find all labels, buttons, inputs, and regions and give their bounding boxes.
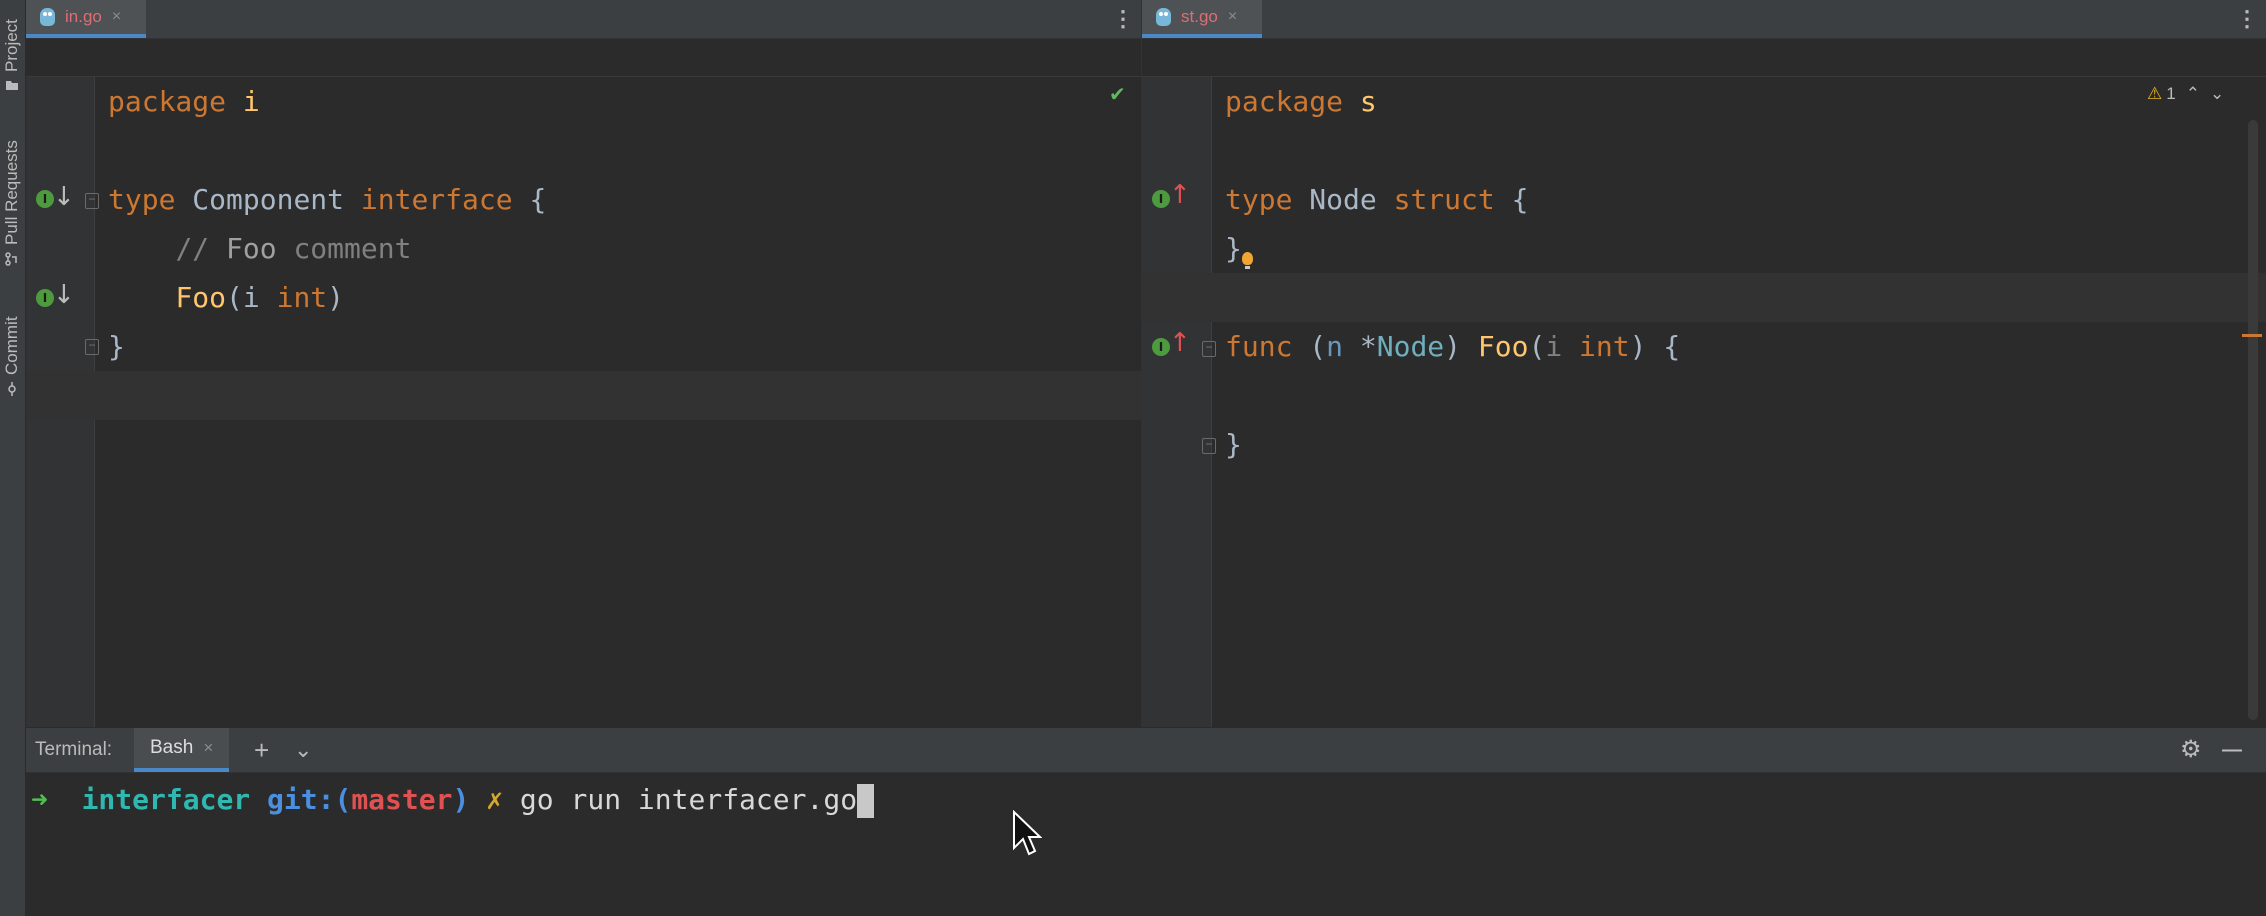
code-line: Foo(i int) bbox=[175, 281, 345, 314]
fold-toggle-icon[interactable]: − bbox=[85, 339, 99, 355]
tab-in-go[interactable]: in.go × bbox=[26, 0, 146, 38]
code-line: type Node struct { bbox=[1225, 183, 1529, 216]
right-editor-tabbar: st.go × ⋮ bbox=[1142, 0, 2266, 39]
close-icon[interactable]: × bbox=[112, 8, 121, 26]
new-tab-button[interactable]: + bbox=[254, 728, 269, 772]
gear-icon[interactable]: ⚙ bbox=[2180, 728, 2202, 772]
left-code-area[interactable]: package i type Component interface { // … bbox=[108, 77, 546, 363]
right-current-line-highlight bbox=[1142, 273, 2266, 322]
prompt-arrow-icon: ➜ bbox=[31, 783, 48, 816]
code-line: type Component interface { bbox=[108, 183, 547, 216]
left-highlight-row bbox=[26, 371, 1141, 420]
more-options-icon[interactable]: ⋮ bbox=[2236, 8, 2258, 30]
previous-problem-icon[interactable]: ⌃ bbox=[2186, 84, 2200, 104]
tab-bash[interactable]: Bash × bbox=[134, 728, 230, 772]
terminal-header: Terminal: Bash × + ⌄ ⚙ — bbox=[26, 728, 2266, 773]
tab-st-go[interactable]: st.go × bbox=[1142, 0, 1262, 38]
close-icon[interactable]: × bbox=[1228, 8, 1237, 26]
mouse-pointer-icon bbox=[1013, 810, 1042, 856]
code-line: } bbox=[108, 330, 125, 363]
left-editor-pane: in.go × ⋮ I ↓ − I ↓ − ✔ package i type C… bbox=[26, 0, 1141, 727]
code-line: } bbox=[1225, 232, 1242, 265]
method-implemented-icon[interactable]: I bbox=[36, 289, 54, 307]
terminal-label: Terminal: bbox=[35, 739, 113, 760]
project-tool-tab[interactable]: Project bbox=[2, 0, 24, 95]
go-file-icon bbox=[1156, 8, 1171, 26]
fold-toggle-icon[interactable]: − bbox=[1202, 341, 1216, 357]
terminal-output[interactable]: ➜ interfacer git:(master) ✗ go run inter… bbox=[26, 773, 2266, 916]
more-options-icon[interactable]: ⋮ bbox=[1112, 8, 1134, 30]
folder-icon bbox=[6, 81, 18, 90]
close-icon[interactable]: × bbox=[203, 738, 213, 758]
implements-up-arrow-icon[interactable]: ↑ bbox=[1169, 328, 1191, 358]
commit-tool-label: Commit bbox=[2, 316, 21, 375]
text-cursor bbox=[857, 784, 875, 818]
tool-window-strip: Project Pull Requests Commit bbox=[0, 0, 26, 916]
warning-stripe-marker[interactable] bbox=[2242, 334, 2262, 337]
terminal-tab-label: Bash bbox=[150, 737, 194, 758]
inspection-widget[interactable]: ⚠ 1 ⌃ ⌄ bbox=[2147, 84, 2224, 104]
fold-toggle-icon[interactable]: − bbox=[85, 193, 99, 209]
vertical-scrollbar[interactable] bbox=[2248, 120, 2258, 720]
implementations-down-arrow-icon[interactable]: ↓ bbox=[53, 280, 75, 310]
pull-requests-tool-tab[interactable]: Pull Requests bbox=[2, 125, 24, 285]
tab-filename: st.go bbox=[1181, 7, 1218, 26]
terminal-prompt-line: ➜ interfacer git:(master) ✗ go run inter… bbox=[31, 780, 875, 820]
right-gutter bbox=[1142, 77, 1212, 727]
left-breadcrumb-bar bbox=[26, 39, 1141, 77]
pull-requests-tool-label: Pull Requests bbox=[2, 140, 21, 245]
implementations-down-arrow-icon[interactable]: ↓ bbox=[53, 182, 75, 212]
right-breadcrumb-bar bbox=[1142, 39, 2266, 77]
next-problem-icon[interactable]: ⌄ bbox=[2210, 84, 2224, 104]
tab-filename: in.go bbox=[65, 7, 102, 26]
go-file-icon bbox=[40, 8, 55, 26]
chevron-down-icon[interactable]: ⌄ bbox=[294, 728, 312, 772]
right-code-area[interactable]: package s type Node struct { } func (n *… bbox=[1225, 77, 1680, 461]
right-editor-pane: st.go × ⋮ I ↑ I ↑ − − ⚠ 1 ⌃ ⌄ package s … bbox=[1142, 0, 2266, 727]
commit-tool-tab[interactable]: Commit bbox=[2, 300, 24, 400]
code-line: // Foo comment bbox=[175, 232, 412, 265]
pull-request-icon bbox=[5, 252, 17, 266]
fold-toggle-icon[interactable]: − bbox=[1202, 438, 1216, 454]
warning-triangle-icon: ⚠ bbox=[2147, 84, 2163, 103]
commit-icon bbox=[8, 382, 16, 396]
implements-up-arrow-icon[interactable]: ↑ bbox=[1169, 180, 1191, 210]
warning-count: 1 bbox=[2166, 84, 2176, 103]
code-line: } bbox=[1225, 428, 1242, 461]
terminal-panel: Terminal: Bash × + ⌄ ⚙ — ➜ interfacer gi… bbox=[26, 728, 2266, 916]
no-problems-check-icon: ✔ bbox=[1109, 84, 1126, 106]
project-tool-label: Project bbox=[2, 19, 21, 72]
minimize-icon[interactable]: — bbox=[2222, 728, 2242, 772]
interface-implemented-icon[interactable]: I bbox=[36, 190, 54, 208]
code-line: package i bbox=[108, 85, 260, 118]
implements-interface-icon[interactable]: I bbox=[1152, 190, 1170, 208]
left-editor-tabbar: in.go × ⋮ bbox=[26, 0, 1141, 39]
code-line: func (n *Node) Foo(i int) { bbox=[1225, 330, 1681, 363]
terminal-command: go run interfacer.go bbox=[519, 783, 858, 816]
implements-method-icon[interactable]: I bbox=[1152, 338, 1170, 356]
code-line: package s bbox=[1225, 85, 1377, 118]
